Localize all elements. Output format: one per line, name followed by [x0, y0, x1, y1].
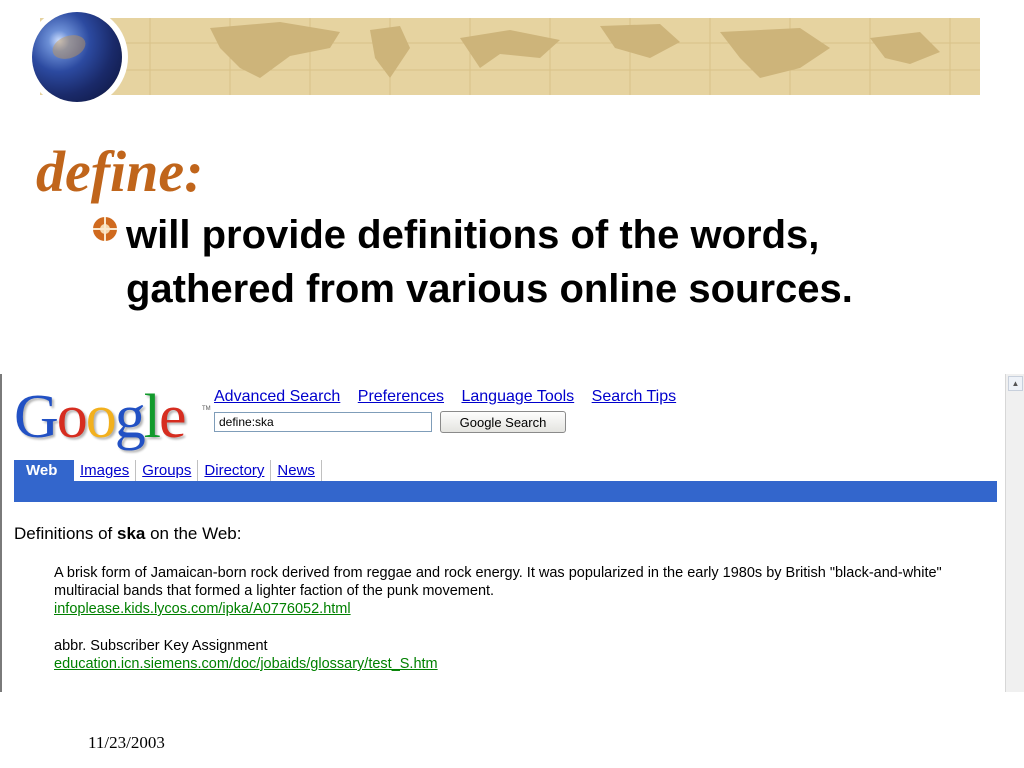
- tab-bar: [14, 481, 997, 502]
- logo-letter: G: [14, 383, 59, 451]
- world-map-banner: [40, 18, 980, 95]
- slide-title: define:: [36, 139, 204, 204]
- search-input[interactable]: [214, 412, 432, 432]
- trademark-mark: TM: [202, 406, 211, 412]
- preferences-link[interactable]: Preferences: [358, 388, 444, 405]
- language-tools-link[interactable]: Language Tools: [461, 388, 574, 405]
- search-tabs: Web Images Groups Directory News: [14, 460, 322, 481]
- world-map-icon: [40, 18, 980, 95]
- bullet-text: will provide definitions of the words, g…: [126, 213, 853, 311]
- top-links: Advanced Search Preferences Language Too…: [214, 388, 689, 406]
- definition-text: A brisk form of Jamaican-born rock deriv…: [54, 565, 942, 599]
- vertical-scrollbar[interactable]: ▲: [1005, 374, 1024, 692]
- globe-icon: [32, 12, 122, 102]
- bullet-circle-icon: [93, 217, 117, 241]
- slide-date: 11/23/2003: [88, 733, 165, 752]
- definition-source-link[interactable]: education.icn.siemens.com/doc/jobaids/gl…: [54, 655, 944, 673]
- definition-text: abbr. Subscriber Key Assignment: [54, 638, 268, 654]
- logo-letter: g: [114, 383, 146, 451]
- heading-term: ska: [117, 524, 146, 543]
- definitions-heading: Definitions of ska on the Web:: [14, 524, 241, 544]
- search-tips-link[interactable]: Search Tips: [592, 388, 676, 405]
- google-logo: Google: [14, 382, 187, 452]
- tab-images[interactable]: Images: [74, 460, 137, 481]
- tab-directory[interactable]: Directory: [198, 460, 272, 481]
- logo-letter: e: [159, 383, 186, 451]
- heading-prefix: Definitions of: [14, 524, 117, 543]
- heading-suffix: on the Web:: [145, 524, 242, 543]
- advanced-search-link[interactable]: Advanced Search: [214, 388, 340, 405]
- tab-news[interactable]: News: [271, 460, 322, 481]
- google-screenshot: Google TM Advanced Search Preferences La…: [0, 374, 1024, 692]
- definition-item: abbr. Subscriber Key Assignment educatio…: [54, 637, 944, 673]
- scroll-up-icon[interactable]: ▲: [1008, 376, 1023, 391]
- logo-letter: o: [85, 383, 117, 451]
- tab-groups[interactable]: Groups: [136, 460, 199, 481]
- google-search-button[interactable]: Google Search: [440, 411, 566, 433]
- definition-source-link[interactable]: infoplease.kids.lycos.com/ipka/A0776052.…: [54, 600, 944, 618]
- tab-web[interactable]: Web: [14, 460, 74, 481]
- logo-letter: l: [143, 383, 161, 451]
- logo-letter: o: [56, 383, 88, 451]
- definition-item: A brisk form of Jamaican-born rock deriv…: [54, 564, 944, 618]
